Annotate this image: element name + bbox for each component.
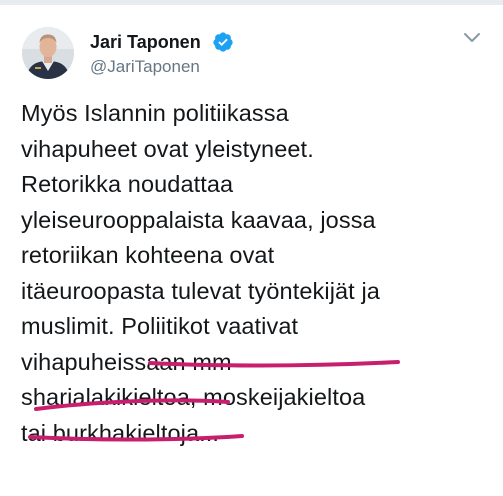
- tweet-text-line: Myös Islannin politiikassa: [21, 100, 289, 126]
- avatar[interactable]: [22, 27, 74, 79]
- tweet-text-line: vihapuheet ovat yleistyneet.: [21, 135, 314, 162]
- tweet-text-line: sharialakikieltoa, moskeijakieltoa: [21, 384, 366, 410]
- top-border: [0, 0, 503, 5]
- verified-badge-icon: [213, 32, 233, 52]
- tweet-text-line: tai burkhakieltoja...: [21, 419, 220, 446]
- tweet-text-line: muslimit. Poliitikot vaativat: [21, 313, 299, 339]
- author-display-name[interactable]: Jari Taponen: [90, 31, 201, 53]
- author-handle[interactable]: @JariTaponen: [90, 57, 200, 77]
- tweet-text: Myös Islannin politiikassa vihapuheet ov…: [21, 96, 491, 451]
- tweet-text-line: vihapuheissaan mm: [21, 348, 232, 375]
- avatar-photo: [22, 27, 74, 79]
- tweet-text-line: retoriikan kohteena ovat: [21, 242, 275, 268]
- chevron-down-icon[interactable]: [463, 31, 481, 45]
- tweet-text-line: yleiseurooppalaista kaavaa, jossa: [21, 206, 376, 233]
- tweet-text-line: Retorikka noudattaa: [21, 171, 234, 197]
- tweet-text-line: itäeuroopasta tulevat työntekijät ja: [21, 277, 380, 304]
